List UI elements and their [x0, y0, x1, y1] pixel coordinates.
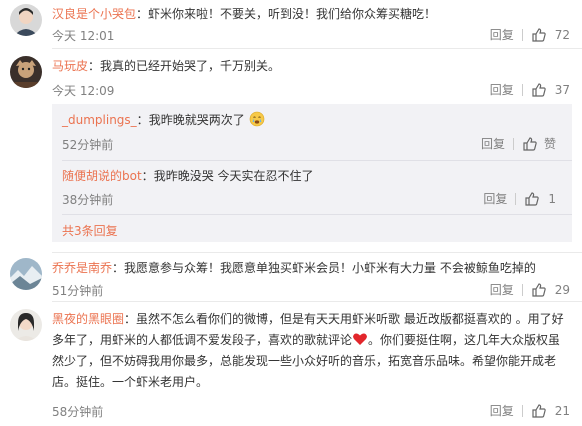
comment-time: 51分钟前 — [52, 284, 104, 298]
reply-button[interactable]: 回复 — [481, 135, 505, 152]
reply-text: 我昨晚就哭两次了 — [148, 113, 245, 127]
like-button[interactable]: 72 — [531, 27, 570, 43]
thumbs-up-icon — [522, 136, 538, 152]
reply-time: 38分钟前 — [62, 193, 114, 207]
reply-button[interactable]: 回复 — [490, 26, 514, 43]
comment-time: 今天 12:01 — [52, 29, 115, 43]
avatar[interactable] — [10, 56, 42, 88]
comment-time: 58分钟前 — [52, 405, 104, 419]
reply-author[interactable]: 随便胡说的bot — [62, 169, 142, 183]
comment-text: 虽然不怎么看你们的微博，但是有天天用虾米听歌 最近改版都挺喜欢的 。用了好 — [136, 312, 564, 326]
like-count: 1 — [548, 191, 556, 206]
crying-emoji-icon — [249, 111, 265, 127]
avatar[interactable] — [10, 258, 42, 290]
reply-time: 52分钟前 — [62, 138, 114, 152]
thumbs-up-icon — [531, 403, 547, 419]
comment-text: 店。挺住。一个虾米老用户。 — [52, 375, 209, 389]
like-button[interactable]: 37 — [531, 82, 570, 98]
comment-author[interactable]: 黑夜的黑眼圈 — [52, 312, 124, 326]
comment-text: 多年了，用虾米的人都低调不爱发段子，喜欢的歌就评论 — [52, 333, 353, 347]
like-button[interactable]: 赞 — [522, 135, 556, 152]
comment-item: 黑夜的黑眼圈：虽然不怎么看你们的微博，但是有天天用虾米听歌 最近改版都挺喜欢的 … — [0, 305, 582, 426]
like-button[interactable]: 1 — [524, 191, 556, 207]
comment-text: 我真的已经开始哭了，千万别关。 — [100, 59, 281, 73]
avatar[interactable] — [10, 4, 42, 36]
comment-time: 今天 12:09 — [52, 84, 115, 98]
like-count: 21 — [554, 403, 570, 418]
more-replies-link[interactable]: 共3条回复 — [62, 222, 118, 239]
like-label: 赞 — [543, 137, 556, 151]
reply-text: 我昨晚没哭 今天实在忍不住了 — [153, 169, 314, 183]
like-count: 29 — [554, 282, 570, 297]
replies-panel: _dumplings_：我昨晚就哭两次了 52分钟前 回复 赞 随便胡说的bot… — [52, 104, 572, 242]
reply-button[interactable]: 回复 — [490, 402, 514, 419]
avatar[interactable] — [10, 309, 42, 341]
comment-text: 然少了，但不妨碍我用你最多，总能发现一些小众好听的音乐，拓宽音乐品味。希望你能开… — [52, 354, 557, 368]
thumbs-up-icon — [531, 27, 547, 43]
reply-button[interactable]: 回复 — [483, 190, 507, 207]
comment-author[interactable]: 马玩皮 — [52, 59, 88, 73]
like-count: 72 — [554, 27, 570, 42]
reply-button[interactable]: 回复 — [490, 281, 514, 298]
thumbs-up-icon — [524, 191, 540, 207]
like-count: 37 — [554, 82, 570, 97]
comment-author[interactable]: 汉良是个小哭包 — [52, 7, 136, 21]
comment-text: 虾米你来啦！不要关，听到没！我们给你众筹买糖吃！ — [148, 7, 437, 21]
comment-item: 汉良是个小哭包：虾米你来啦！不要关，听到没！我们给你众筹买糖吃！ 今天 12:0… — [0, 0, 582, 48]
comment-author[interactable]: 乔乔是南乔 — [52, 261, 112, 275]
thumbs-up-icon — [531, 82, 547, 98]
comment-item: 马玩皮：我真的已经开始哭了，千万别关。 今天 12:09 回复 37 _dump… — [0, 52, 582, 252]
comment-text: 我愿意参与众筹！我愿意单独买虾米会员！小虾米有大力量 不会被鲸鱼吃掉的 — [124, 261, 536, 275]
comment-item: 乔乔是南乔：我愿意参与众筹！我愿意单独买虾米会员！小虾米有大力量 不会被鲸鱼吃掉… — [0, 256, 582, 298]
reply-button[interactable]: 回复 — [490, 81, 514, 98]
heart-icon — [352, 331, 368, 347]
reply-author[interactable]: _dumplings_ — [62, 113, 137, 127]
like-button[interactable]: 21 — [531, 403, 570, 419]
like-button[interactable]: 29 — [531, 282, 570, 298]
thumbs-up-icon — [531, 282, 547, 298]
